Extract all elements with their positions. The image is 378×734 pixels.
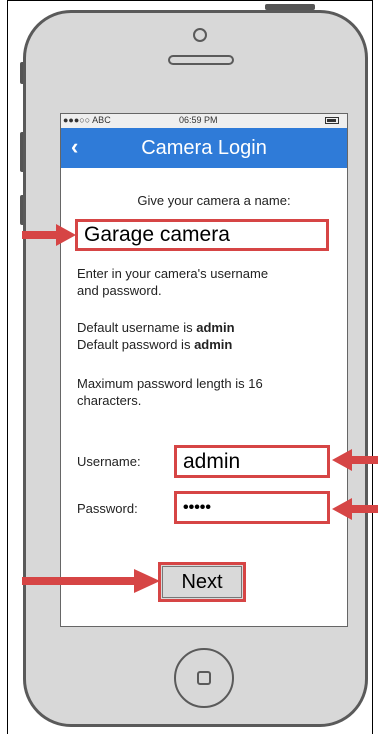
max-length-line-1: Maximum password length is 16 [77,376,263,391]
nav-bar: ‹ Camera Login [61,128,347,168]
home-button[interactable] [174,648,234,708]
frame-border-right [372,0,373,734]
password-value: ••••• [183,499,212,516]
username-input[interactable]: admin [174,445,330,478]
password-input[interactable]: ••••• [174,491,330,524]
name-prompt: Give your camera a name: [137,193,291,208]
default-password-text: Default password is admin [77,336,232,353]
default-username-text: Default username is admin [77,319,235,336]
default-password-prefix: Default password is [77,337,195,352]
status-time: 06:59 PM [179,115,218,125]
camera-name-value: Garage camera [84,223,230,246]
instructions-line-2: and password. [77,283,162,298]
next-button[interactable]: Next [158,562,246,602]
default-username-value: admin [196,320,235,335]
home-square-icon [197,671,211,685]
phone-screen: ●●●○○ ABC 06:59 PM ‹ Camera Login Give y… [60,113,348,627]
page-title: Camera Login [141,137,267,159]
username-value: admin [183,450,241,473]
frame-border-left [7,0,8,734]
max-length-line-2: characters. [77,393,142,408]
camera-name-input[interactable]: Garage camera [75,219,329,251]
password-label: Password: [77,501,138,516]
carrier-label: ●●●○○ ABC [63,115,111,125]
arrow-to-name-icon [22,224,76,246]
status-bar: ●●●○○ ABC 06:59 PM [61,114,347,128]
front-camera-icon [193,28,207,42]
username-label: Username: [77,454,141,469]
arrow-to-password-icon [332,498,378,520]
default-username-prefix: Default username is [77,320,197,335]
frame-border-top [7,0,373,1]
battery-icon [325,117,339,124]
arrow-to-username-icon [332,449,378,471]
default-password-value: admin [194,337,233,352]
instructions-line-1: Enter in your camera's username [77,266,269,281]
speaker-grille [168,55,234,65]
arrow-to-next-icon [22,569,160,593]
